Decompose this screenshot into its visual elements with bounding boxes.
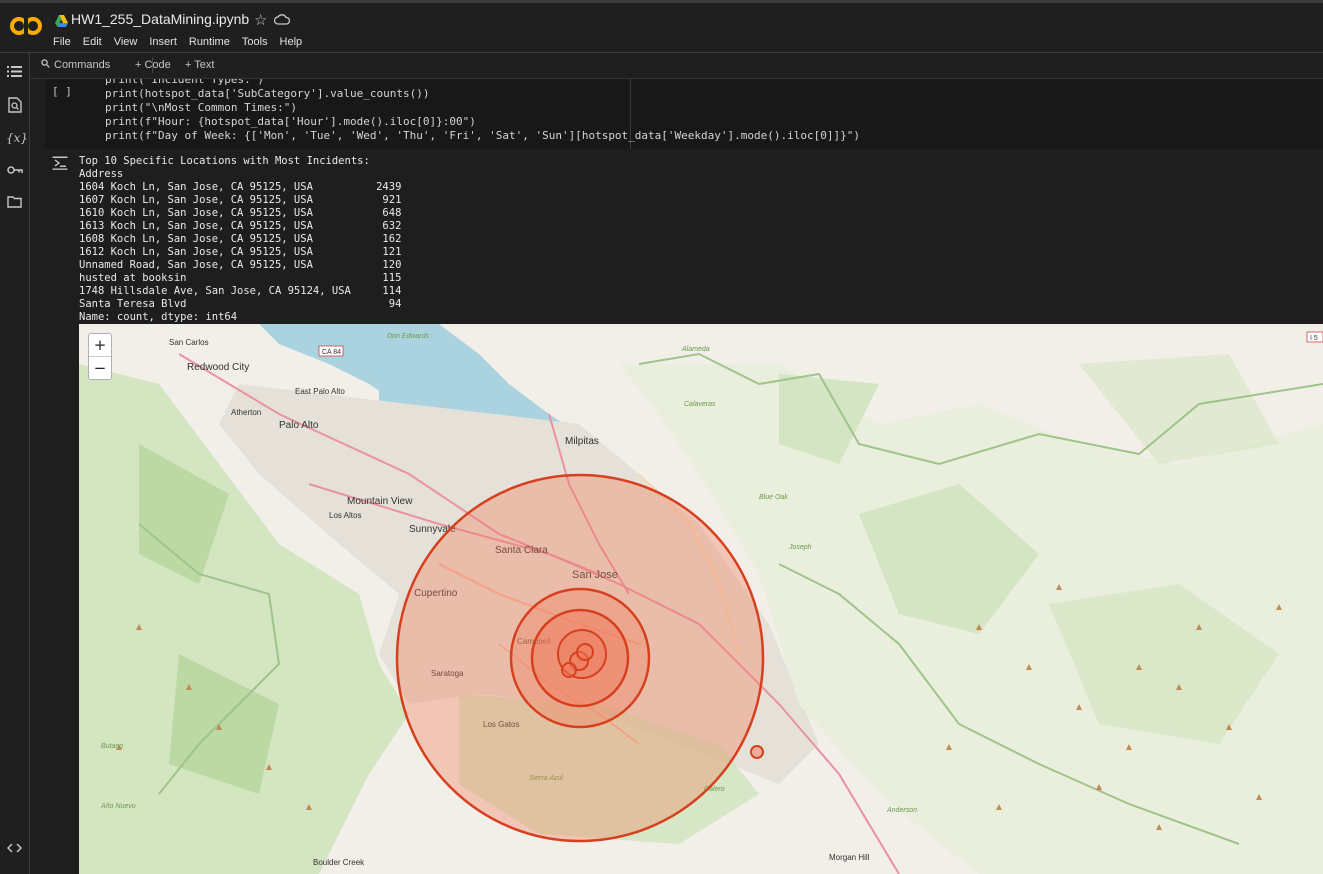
place-label: Palo Alto: [279, 420, 319, 431]
area-label: Calaveras: [684, 401, 716, 408]
folder-icon[interactable]: [6, 196, 23, 213]
place-label: Atherton: [231, 408, 261, 417]
output-line: husted at booksin 115: [79, 272, 402, 284]
output-line: 1748 Hillsdale Ave, San Jose, CA 95124, …: [79, 285, 402, 297]
area-label: Joseph: [788, 544, 812, 551]
code-snippets-icon[interactable]: [6, 841, 23, 858]
menu-insert[interactable]: Insert: [149, 36, 177, 48]
menu-runtime[interactable]: Runtime: [189, 36, 230, 48]
output-line: 1610 Koch Ln, San Jose, CA 95125, USA 64…: [79, 207, 402, 219]
menu-edit[interactable]: Edit: [83, 36, 102, 48]
add-code-button[interactable]: + Code: [135, 59, 171, 71]
hotspot-circle[interactable]: [750, 745, 764, 759]
map-zoom-control: + −: [88, 333, 112, 380]
zoom-out-button[interactable]: −: [89, 357, 111, 379]
search-icon[interactable]: [41, 59, 50, 71]
place-label: Redwood City: [187, 362, 249, 373]
area-label: Alameda: [681, 346, 710, 353]
output-text: Top 10 Specific Locations with Most Inci…: [79, 155, 401, 324]
cell-output: Top 10 Specific Locations with Most Inci…: [45, 150, 1323, 324]
notebook-toolbar: Commands + Code + Text: [30, 53, 1323, 79]
cloud-icon[interactable]: [274, 13, 290, 25]
secrets-key-icon[interactable]: [6, 163, 23, 180]
place-label: Morgan Hill: [829, 853, 870, 862]
map-canvas[interactable]: Redwood City Atherton East Palo Alto Pal…: [79, 324, 1323, 874]
place-label: Milpitas: [565, 436, 599, 447]
find-icon[interactable]: [6, 97, 23, 114]
folium-map[interactable]: Redwood City Atherton East Palo Alto Pal…: [79, 324, 1323, 874]
hotspot-circle[interactable]: [561, 662, 577, 678]
top-bar: HW1_255_DataMining.ipynb ☆ File Edit Vie…: [0, 0, 1323, 52]
place-label: Los Altos: [329, 511, 361, 520]
code-line: print("Incident Types:"): [105, 79, 264, 86]
output-actions-icon[interactable]: [52, 156, 68, 170]
output-line: Santa Teresa Blvd 94: [79, 298, 402, 310]
road-shield-label: CA 84: [322, 349, 341, 356]
menu-help[interactable]: Help: [280, 36, 303, 48]
code-cell[interactable]: [ ] print("Incident Types:") print(hotspo…: [45, 79, 1323, 149]
zoom-in-button[interactable]: +: [89, 334, 111, 357]
menu-file[interactable]: File: [53, 36, 71, 48]
variables-icon[interactable]: {x}: [6, 130, 28, 147]
output-line: Top 10 Specific Locations with Most Inci…: [79, 155, 370, 167]
star-icon[interactable]: ☆: [254, 11, 267, 29]
place-label: Boulder Creek: [313, 858, 365, 867]
code-line: print("\nMost Common Times:"): [105, 101, 298, 114]
table-of-contents-icon[interactable]: [6, 65, 23, 82]
area-label: Don Edwards: [387, 333, 430, 340]
output-line: 1604 Koch Ln, San Jose, CA 95125, USA 24…: [79, 181, 402, 193]
area-label: Año Nuevo: [100, 803, 136, 810]
place-label: San Carlos: [169, 338, 209, 347]
area-label: Blue Oak: [759, 494, 788, 501]
menu-bar: File Edit View Insert Runtime Tools Help: [53, 36, 314, 48]
notebook-title[interactable]: HW1_255_DataMining.ipynb: [71, 11, 249, 27]
output-line: 1607 Koch Ln, San Jose, CA 95125, USA 92…: [79, 194, 402, 206]
drive-icon: [55, 15, 68, 27]
output-line: 1613 Koch Ln, San Jose, CA 95125, USA 63…: [79, 220, 402, 232]
output-line: Address: [79, 168, 124, 180]
code-editor[interactable]: print("Incident Types:") print(hotspot_da…: [105, 79, 860, 143]
hotspot-markers[interactable]: [395, 473, 765, 843]
hotspot-circle[interactable]: [576, 643, 594, 661]
area-label: Anderson: [886, 807, 917, 814]
run-cell-button[interactable]: [ ]: [52, 85, 72, 98]
output-line: Name: count, dtype: int64: [79, 311, 238, 323]
road-shield-label: I 5: [1310, 335, 1318, 342]
output-line: 1612 Koch Ln, San Jose, CA 95125, USA 12…: [79, 246, 402, 258]
menu-view[interactable]: View: [114, 36, 138, 48]
code-line: print(f"Day of Week: {['Mon', 'Tue', 'We…: [105, 129, 860, 142]
menu-tools[interactable]: Tools: [242, 36, 268, 48]
add-text-button[interactable]: + Text: [185, 59, 214, 71]
code-line: print(f"Hour: {hotspot_data['Hour'].mode…: [105, 115, 476, 128]
code-line: print(hotspot_data['SubCategory'].value_…: [105, 87, 430, 100]
colab-logo[interactable]: [9, 15, 43, 37]
place-label: Mountain View: [347, 496, 413, 507]
commands-button[interactable]: Commands: [54, 59, 110, 71]
output-line: 1608 Koch Ln, San Jose, CA 95125, USA 16…: [79, 233, 402, 245]
area-label: Butano: [101, 743, 123, 750]
place-label: East Palo Alto: [295, 387, 345, 396]
output-line: Unnamed Road, San Jose, CA 95125, USA 12…: [79, 259, 402, 271]
left-sidebar: {x}: [0, 53, 30, 874]
